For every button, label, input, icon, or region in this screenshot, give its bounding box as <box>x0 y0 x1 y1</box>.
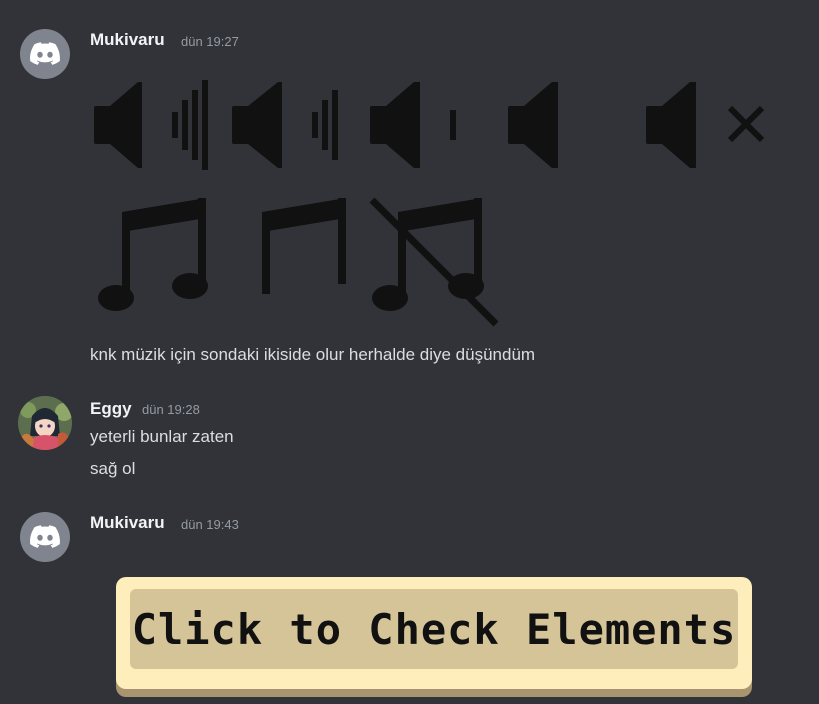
username[interactable]: Mukivaru <box>90 513 165 533</box>
timestamp: dün 19:27 <box>181 34 239 49</box>
discord-logo-icon <box>30 525 60 548</box>
message-group: Mukivaru dün 19:43 <box>0 500 819 580</box>
speaker-mute-icon <box>646 82 765 168</box>
timestamp: dün 19:28 <box>142 402 200 417</box>
anime-avatar-icon <box>18 396 72 450</box>
message-text: knk müzik için sondaki ikiside olur herh… <box>90 345 536 364</box>
music-note-empty-icon <box>262 198 346 294</box>
image-attachment[interactable] <box>92 76 772 332</box>
message-text: yeterli bunlar zaten <box>90 427 234 446</box>
speaker-low-icon <box>370 82 456 168</box>
avatar[interactable] <box>18 396 72 450</box>
timestamp: dün 19:43 <box>181 517 239 532</box>
username[interactable]: Eggy <box>90 399 132 419</box>
avatar[interactable] <box>20 512 70 562</box>
check-elements-button-face[interactable]: Click to Check Elements <box>130 589 738 669</box>
speaker-medium-icon <box>232 82 338 168</box>
message-text: sağ ol <box>90 459 136 478</box>
avatar[interactable] <box>20 29 70 79</box>
music-note-icon <box>98 198 208 311</box>
discord-logo-icon <box>30 42 60 65</box>
speaker-no-waves-icon <box>508 82 558 168</box>
message-group: Eggy dün 19:28 yeterli bunlar zaten sağ … <box>0 380 819 500</box>
check-elements-button-label: Click to Check Elements <box>131 604 737 654</box>
username[interactable]: Mukivaru <box>90 30 165 50</box>
speaker-high-icon <box>94 80 208 170</box>
check-elements-button[interactable]: Click to Check Elements <box>116 577 752 689</box>
message-group: Mukivaru dün 19:27 knk müzik için sondak… <box>0 0 819 380</box>
music-note-off-icon <box>369 197 499 327</box>
